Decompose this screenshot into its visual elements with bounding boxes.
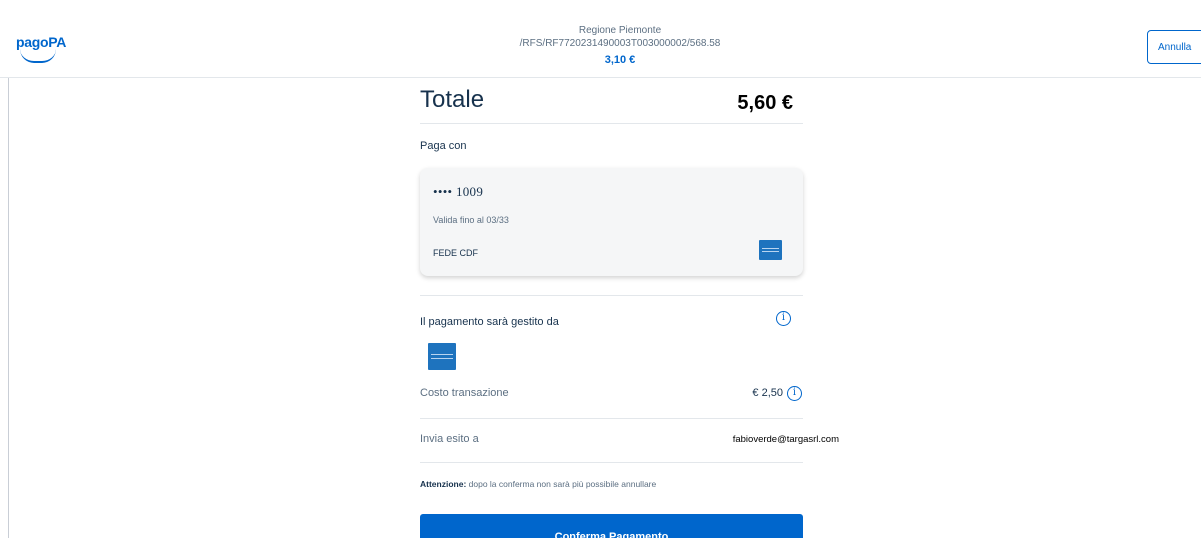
payment-reference: /RFS/RF7720231490003T003000002/568.58 bbox=[519, 38, 721, 49]
total-row: Totale 5,60 € bbox=[420, 78, 803, 124]
amex-icon bbox=[759, 240, 782, 260]
pay-with-label: Paga con bbox=[420, 140, 467, 152]
psp-label: Il pagamento sarà gestito da bbox=[420, 316, 559, 328]
total-value: 5,60 € bbox=[737, 92, 793, 114]
card-holder: FEDE CDF bbox=[433, 248, 478, 258]
confirm-payment-button[interactable]: Conferma Pagamento bbox=[420, 514, 803, 538]
checkout-main: Totale 5,60 € Paga con •••• 1009 Valida … bbox=[420, 78, 839, 538]
pagopa-logo[interactable]: pagoPA bbox=[16, 34, 68, 63]
info-icon[interactable]: i bbox=[776, 311, 791, 326]
receipt-email: fabioverde@targasrl.com bbox=[732, 434, 839, 445]
selected-card[interactable]: •••• 1009 Valida fino al 03/33 FEDE CDF bbox=[420, 168, 803, 276]
cancel-button[interactable]: Annulla bbox=[1147, 30, 1201, 64]
warning-message: dopo la conferma non sarà più possibile … bbox=[466, 479, 657, 489]
divider bbox=[420, 295, 803, 296]
psp-amex-icon bbox=[428, 343, 456, 370]
receipt-label: Invia esito a bbox=[420, 433, 479, 445]
total-label: Totale bbox=[420, 86, 485, 113]
notice-amount: 3,10 € bbox=[604, 54, 636, 66]
fee-value: € 2,50 bbox=[752, 387, 783, 399]
header: pagoPA Regione Piemonte /RFS/RF772023149… bbox=[0, 0, 1201, 78]
logo-text: pagoPA bbox=[16, 34, 67, 50]
fee-info-icon[interactable]: i bbox=[787, 386, 802, 401]
card-expiry: Valida fino al 03/33 bbox=[433, 215, 509, 225]
divider bbox=[420, 418, 803, 419]
fee-label: Costo transazione bbox=[420, 387, 509, 399]
payment-notice-info: Regione Piemonte /RFS/RF7720231490003T00… bbox=[450, 24, 790, 68]
card-number: •••• 1009 bbox=[433, 184, 484, 199]
warning-text: Attenzione: dopo la conferma non sarà pi… bbox=[420, 479, 656, 489]
warning-bold: Attenzione: bbox=[420, 479, 467, 489]
logo-arc-icon bbox=[20, 49, 56, 63]
divider bbox=[420, 462, 803, 463]
creditor-entity: Regione Piemonte bbox=[578, 25, 662, 36]
